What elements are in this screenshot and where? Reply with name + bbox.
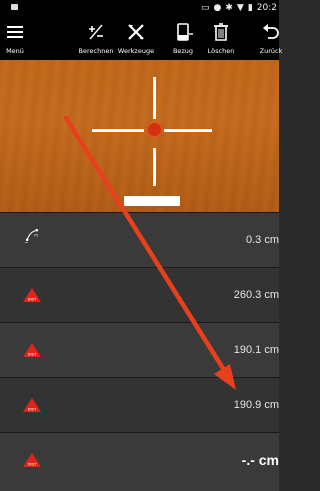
p1-p2-icon: P2 P1 bbox=[25, 228, 38, 243]
crosshair-left bbox=[92, 129, 144, 132]
crosshair-right bbox=[164, 129, 212, 132]
reference-label: Bezug bbox=[172, 47, 194, 55]
svg-text:DIST: DIST bbox=[28, 352, 37, 357]
laser-dot bbox=[148, 123, 161, 136]
calculate-icon bbox=[89, 24, 103, 40]
measurement-value: -.- cm bbox=[241, 452, 279, 468]
calculate-button[interactable]: Berechnen bbox=[76, 16, 116, 60]
tools-button[interactable]: Werkzeuge bbox=[116, 16, 156, 60]
tools-icon bbox=[128, 24, 144, 40]
clock: 20:2 bbox=[256, 3, 277, 13]
wood-texture bbox=[0, 60, 279, 212]
dist-icon: DIST bbox=[23, 343, 41, 357]
measurement-row[interactable]: DIST 190.1 cm bbox=[0, 322, 279, 377]
toolbar: Menü Berechnen Werkzeuge Bezug Löschen Z… bbox=[0, 16, 282, 60]
undo-icon bbox=[263, 24, 279, 39]
measurement-value: 190.9 cm bbox=[233, 399, 279, 411]
measurement-row[interactable]: DIST 190.9 cm bbox=[0, 377, 279, 432]
measurement-row[interactable]: P2 P1 0.3 cm bbox=[0, 212, 279, 267]
undo-button[interactable]: Zurück bbox=[256, 16, 286, 60]
measurement-value: 0.3 cm bbox=[245, 234, 279, 246]
undo-label: Zurück bbox=[259, 47, 283, 55]
menu-label: Menü bbox=[6, 47, 24, 55]
dist-icon: DIST bbox=[23, 398, 41, 412]
tools-label: Werkzeuge bbox=[117, 47, 155, 55]
crosshair-top bbox=[153, 77, 156, 119]
svg-text:P1: P1 bbox=[25, 242, 29, 243]
measurement-row[interactable]: DIST 260.3 cm bbox=[0, 267, 279, 322]
svg-text:P2: P2 bbox=[34, 234, 38, 238]
calculate-label: Berechnen bbox=[78, 47, 114, 55]
status-bar: ▭ ● ✱ ▼ ▮ 20:2 bbox=[0, 0, 279, 16]
notification-icon bbox=[11, 4, 18, 10]
wifi-icon: ▼ bbox=[236, 3, 244, 13]
svg-text:DIST: DIST bbox=[28, 407, 37, 412]
measurement-row[interactable]: DIST -.- cm bbox=[0, 432, 279, 491]
svg-text:DIST: DIST bbox=[28, 297, 37, 302]
measurement-value: 260.3 cm bbox=[233, 289, 279, 301]
measurement-list: P2 P1 0.3 cm DIST 260.3 cm DIST 190.1 cm… bbox=[0, 212, 279, 491]
battery-icon: ▮ bbox=[247, 3, 253, 13]
bluetooth-icon: ✱ bbox=[225, 3, 233, 13]
zoom-indicator bbox=[124, 196, 180, 206]
menu-button[interactable]: Menü bbox=[0, 16, 30, 60]
menu-icon bbox=[7, 26, 23, 38]
status-icons: ▭ ● ✱ ▼ ▮ 20:2 bbox=[201, 1, 277, 15]
camera-view[interactable] bbox=[0, 60, 279, 212]
crosshair-bottom bbox=[153, 148, 156, 186]
trash-icon bbox=[214, 23, 228, 41]
svg-text:DIST: DIST bbox=[28, 462, 37, 467]
reference-button[interactable]: Bezug bbox=[170, 16, 196, 60]
delete-button[interactable]: Löschen bbox=[206, 16, 236, 60]
location-icon: ● bbox=[213, 3, 222, 13]
delete-label: Löschen bbox=[207, 47, 235, 55]
reference-icon bbox=[177, 23, 193, 41]
cast-icon: ▭ bbox=[200, 3, 210, 13]
dist-icon: DIST bbox=[23, 453, 41, 467]
dist-icon: DIST bbox=[23, 288, 41, 302]
measurement-value: 190.1 cm bbox=[233, 344, 279, 356]
